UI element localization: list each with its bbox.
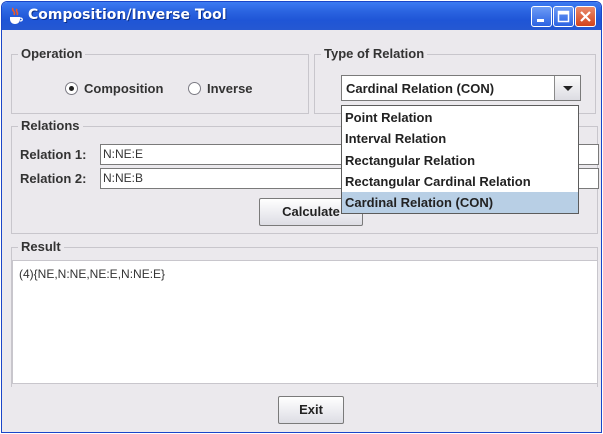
inverse-radio[interactable]: Inverse <box>188 81 253 96</box>
maximize-icon <box>557 10 570 23</box>
dropdown-option-point[interactable]: Point Relation <box>342 107 578 128</box>
radio-checked-icon <box>65 82 78 95</box>
relation-type-dropdown: Point Relation Interval Relation Rectang… <box>341 105 579 214</box>
result-group-title: Result <box>18 239 64 254</box>
dropdown-option-rectangular-cardinal[interactable]: Rectangular Cardinal Relation <box>342 171 578 192</box>
minimize-icon <box>537 19 544 22</box>
exit-button[interactable]: Exit <box>278 396 344 424</box>
chevron-down-icon[interactable] <box>554 76 580 100</box>
title-bar[interactable]: Composition/Inverse Tool <box>2 2 601 30</box>
operation-group-title: Operation <box>18 46 86 61</box>
relation-type-group-title: Type of Relation <box>321 46 428 61</box>
dropdown-option-interval[interactable]: Interval Relation <box>342 128 578 149</box>
radio-unchecked-icon <box>188 82 201 95</box>
dropdown-option-rectangular[interactable]: Rectangular Relation <box>342 150 578 171</box>
dropdown-option-cardinal-con[interactable]: Cardinal Relation (CON) <box>342 192 578 213</box>
java-cup-icon <box>8 7 24 25</box>
composition-radio-label: Composition <box>84 81 164 96</box>
inverse-radio-label: Inverse <box>207 81 253 96</box>
close-icon <box>580 11 591 22</box>
maximize-button[interactable] <box>553 6 574 27</box>
result-text: (4){NE,N:NE,NE:E,N:NE:E} <box>19 267 166 281</box>
composition-radio[interactable]: Composition <box>65 81 163 96</box>
relations-group-title: Relations <box>18 118 83 133</box>
relation-type-selected: Cardinal Relation (CON) <box>346 81 495 96</box>
minimize-button[interactable] <box>531 6 552 27</box>
relation1-label: Relation 1: <box>20 147 87 162</box>
relation-type-combobox[interactable]: Cardinal Relation (CON) <box>341 75 581 101</box>
close-button[interactable] <box>575 6 596 27</box>
result-textarea[interactable]: (4){NE,N:NE,NE:E,N:NE:E} <box>12 260 598 384</box>
window-title: Composition/Inverse Tool <box>28 7 227 23</box>
app-window: Composition/Inverse Tool Operation Compo… <box>1 1 602 433</box>
relation2-label: Relation 2: <box>20 171 87 186</box>
